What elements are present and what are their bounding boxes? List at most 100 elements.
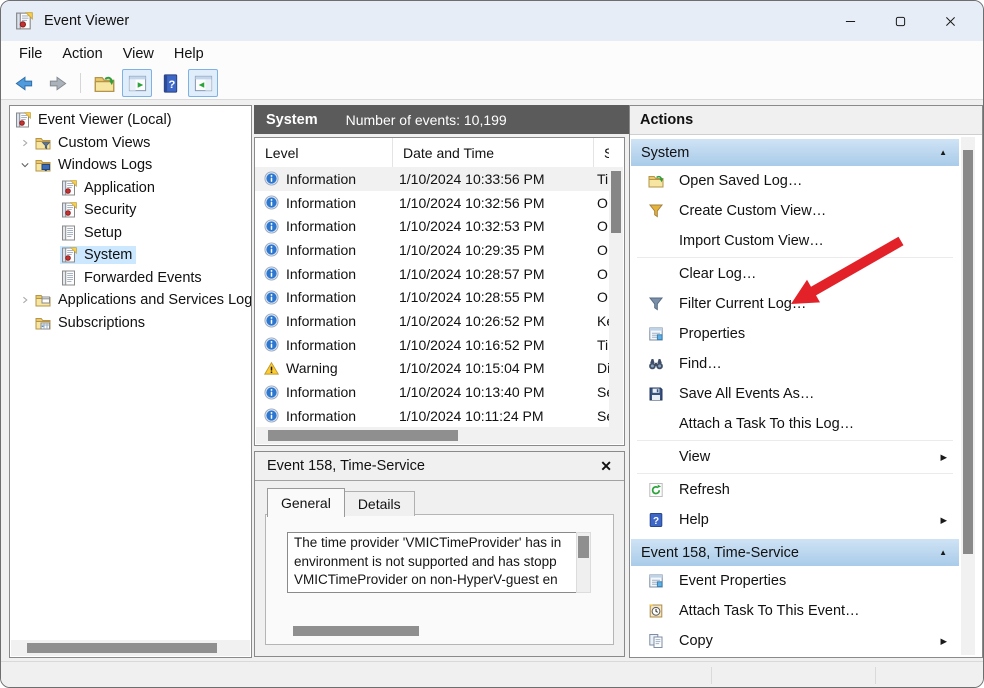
copy-icon: [648, 633, 666, 649]
tree-item-inner: Setup: [60, 224, 126, 242]
table-row[interactable]: Information 1/10/2024 10:11:24 PM Ser: [255, 404, 609, 427]
column-header-level[interactable]: Level: [255, 138, 393, 167]
table-row[interactable]: Warning 1/10/2024 10:15:04 PM Dis: [255, 357, 609, 381]
tree-item-subscriptions[interactable]: Subscriptions: [10, 312, 251, 335]
help-button[interactable]: ?: [155, 69, 185, 97]
toolbar-separator: [80, 73, 81, 93]
minimize-button[interactable]: [825, 1, 875, 41]
menu-help[interactable]: Help: [164, 46, 214, 62]
action-event-properties[interactable]: Event Properties: [631, 566, 959, 596]
column-header-date-and-time[interactable]: Date and Time: [393, 138, 594, 167]
tab-details[interactable]: Details: [344, 491, 415, 516]
action-filter-current-log[interactable]: Filter Current Log…: [631, 289, 959, 319]
source-cell: OE: [597, 241, 609, 258]
menu-action[interactable]: Action: [52, 46, 112, 62]
action-label: Open Saved Log…: [679, 173, 803, 189]
chevron-right-icon[interactable]: [16, 295, 34, 305]
tree-item-event-viewer-local[interactable]: Event Viewer (Local): [10, 109, 251, 132]
show-hide-action-pane-button[interactable]: [188, 69, 218, 97]
table-row[interactable]: Information 1/10/2024 10:26:52 PM Ker: [255, 309, 609, 333]
task-icon: [648, 603, 666, 619]
folder-window-icon: [35, 292, 52, 308]
tree-item-custom-views[interactable]: Custom Views: [10, 132, 251, 155]
close-preview-icon[interactable]: ✕: [600, 458, 612, 475]
table-row[interactable]: Information 1/10/2024 10:28:57 PM OE: [255, 262, 609, 286]
chevron-right-icon[interactable]: [16, 138, 34, 148]
preview-title: Event 158, Time-Service: [267, 458, 425, 474]
log-plain-icon: [61, 270, 78, 286]
collapse-icon[interactable]: ▲: [939, 148, 947, 157]
action-attach-task-to-this-event[interactable]: Attach Task To This Event…: [631, 596, 959, 626]
action-properties[interactable]: Properties: [631, 319, 959, 349]
action-refresh[interactable]: Refresh: [631, 475, 959, 505]
tab-general[interactable]: General: [267, 488, 345, 517]
action-help[interactable]: ? Help ▶: [631, 505, 959, 535]
action-find[interactable]: Find…: [631, 349, 959, 379]
source-cell: OE: [597, 194, 609, 211]
datetime-cell: 1/10/2024 10:28:55 PM: [399, 289, 545, 306]
description-hscroll-thumb[interactable]: [293, 626, 419, 636]
tree-item-system[interactable]: System: [10, 244, 251, 267]
action-section-event-158-time-service[interactable]: Event 158, Time-Service ▲: [631, 539, 959, 566]
list-vscroll-thumb[interactable]: [611, 171, 621, 233]
action-create-custom-view[interactable]: Create Custom View…: [631, 196, 959, 226]
back-button[interactable]: [9, 69, 39, 97]
action-clear-log[interactable]: Clear Log…: [631, 259, 959, 289]
table-row[interactable]: Information 1/10/2024 10:33:56 PM Tin: [255, 167, 609, 191]
actions-vscroll-thumb[interactable]: [963, 150, 973, 554]
menu-file[interactable]: File: [9, 46, 52, 62]
tree-hscroll-thumb[interactable]: [27, 643, 217, 653]
forward-button[interactable]: [42, 69, 72, 97]
close-button[interactable]: [925, 1, 975, 41]
list-horizontal-scrollbar[interactable]: [256, 427, 609, 444]
action-label: Attach Task To This Event…: [679, 603, 860, 619]
tree-item-security[interactable]: Security: [10, 199, 251, 222]
show-hide-console-tree-button[interactable]: [122, 69, 152, 97]
maximize-button[interactable]: [875, 1, 925, 41]
info-icon: [264, 385, 279, 400]
table-row[interactable]: Information 1/10/2024 10:16:52 PM Tin: [255, 333, 609, 357]
action-separator: [637, 440, 953, 441]
collapse-icon[interactable]: ▲: [939, 548, 947, 557]
event-viewer-icon: [15, 112, 32, 128]
level-cell: Information: [255, 195, 391, 211]
open-saved-log-button[interactable]: [89, 69, 119, 97]
tree-item-forwarded-events[interactable]: Forwarded Events: [10, 267, 251, 290]
action-import-custom-view[interactable]: Import Custom View…: [631, 226, 959, 256]
level-cell: Information: [255, 171, 391, 187]
tree-item-setup[interactable]: Setup: [10, 222, 251, 245]
level-cell: Information: [255, 242, 391, 258]
properties-icon: [648, 573, 666, 589]
tree-item-windows-logs[interactable]: Windows Logs: [10, 154, 251, 177]
table-row[interactable]: Information 1/10/2024 10:32:56 PM OE: [255, 191, 609, 215]
table-row[interactable]: Information 1/10/2024 10:29:35 PM OE: [255, 238, 609, 262]
level-cell: Information: [255, 218, 391, 234]
table-row[interactable]: Information 1/10/2024 10:32:53 PM OE: [255, 214, 609, 238]
column-header-sou[interactable]: Sou: [594, 138, 609, 167]
tree-item-application[interactable]: Application: [10, 177, 251, 200]
action-view[interactable]: View ▶: [631, 442, 959, 472]
menu-view[interactable]: View: [113, 46, 164, 62]
source-cell: Ker: [597, 312, 609, 329]
action-section-system[interactable]: System ▲: [631, 139, 959, 166]
table-row[interactable]: Information 1/10/2024 10:28:55 PM OE: [255, 285, 609, 309]
action-attach-a-task-to-this-log[interactable]: Attach a Task To this Log…: [631, 409, 959, 439]
tree-horizontal-scrollbar[interactable]: [11, 640, 250, 656]
table-row[interactable]: Information 1/10/2024 10:13:40 PM Ser: [255, 380, 609, 404]
chevron-down-icon[interactable]: [16, 161, 34, 169]
tree-item-inner: Event Viewer (Local): [14, 111, 176, 129]
list-vertical-scrollbar[interactable]: [609, 167, 623, 427]
level-cell: Information: [255, 289, 391, 305]
action-label: Import Custom View…: [679, 233, 824, 249]
actions-vertical-scrollbar[interactable]: [961, 137, 975, 655]
level-label: Warning: [286, 360, 338, 377]
action-copy[interactable]: Copy ▶: [631, 626, 959, 656]
action-open-saved-log[interactable]: Open Saved Log…: [631, 166, 959, 196]
description-vscroll-thumb[interactable]: [578, 536, 589, 558]
tree-item-inner: Forwarded Events: [60, 269, 206, 287]
action-save-all-events-as[interactable]: Save All Events As…: [631, 379, 959, 409]
action-label: Find…: [679, 356, 722, 372]
list-hscroll-thumb[interactable]: [268, 430, 458, 441]
description-vertical-scrollbar[interactable]: [576, 532, 591, 593]
tree-item-applications-and-services-log[interactable]: Applications and Services Log: [10, 289, 251, 312]
